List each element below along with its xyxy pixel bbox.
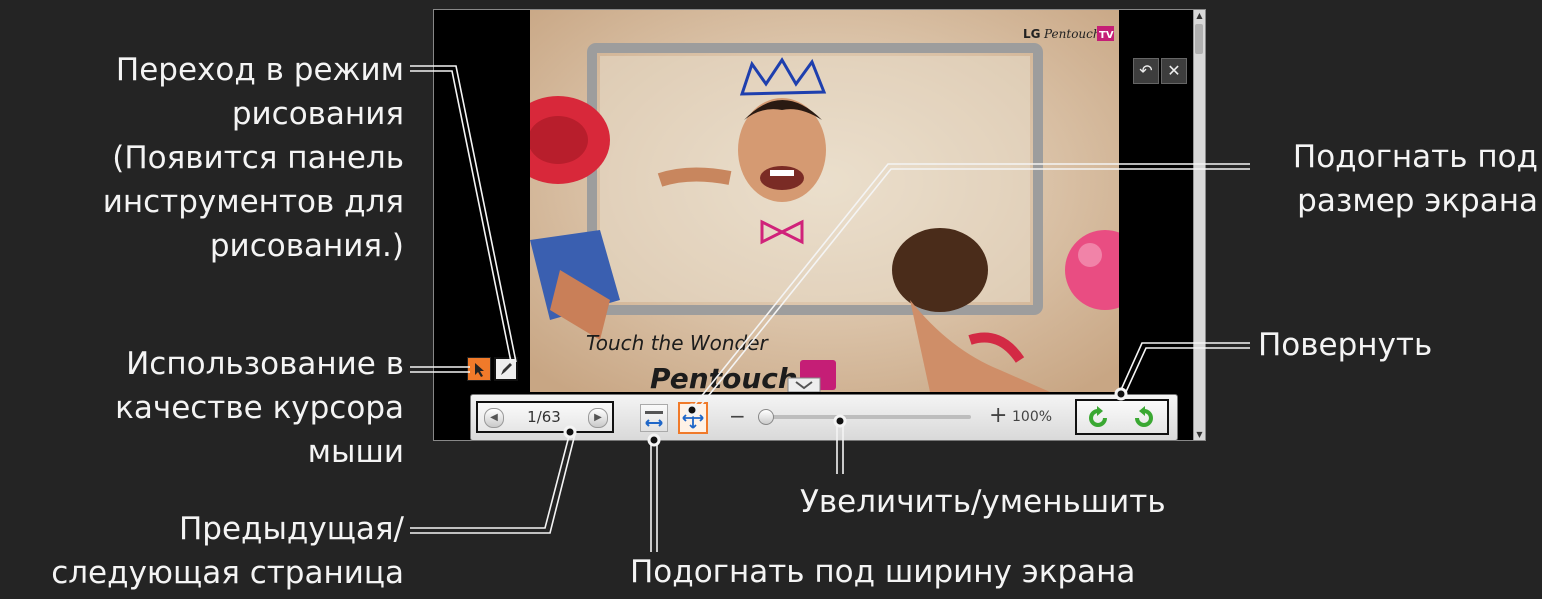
zoom-value: 100% xyxy=(1012,409,1053,425)
zoom-label: Увеличить/уменьшить xyxy=(800,484,1166,520)
zoom-out-button[interactable]: − xyxy=(729,405,746,427)
rotate-right-button[interactable] xyxy=(1129,404,1157,432)
zoom-in-button[interactable]: + xyxy=(989,404,1007,428)
input-mode-switch xyxy=(465,355,521,383)
cursor-mode-button[interactable] xyxy=(467,357,491,381)
undo-icon: ↶ xyxy=(1139,61,1153,80)
document-page-image: Touch the Wonder Pentouch LG Pentouch TV xyxy=(530,10,1119,392)
cursor-icon xyxy=(475,363,484,377)
next-page-button[interactable]: ▶ xyxy=(588,408,608,428)
fit-width-label: Подогнать под ширину экрана xyxy=(630,554,1136,590)
vertical-scrollbar[interactable]: ▲ ▼ xyxy=(1193,10,1205,440)
zoom-slider-thumb[interactable] xyxy=(758,409,775,425)
close-button[interactable]: ✕ xyxy=(1161,58,1187,84)
next-page-icon: ▶ xyxy=(594,412,602,423)
scroll-down-icon[interactable]: ▼ xyxy=(1195,430,1204,439)
pencil-icon xyxy=(501,363,512,375)
fit-width-button[interactable] xyxy=(640,404,668,432)
prev-next-label: Предыдущая/ следующая страница xyxy=(51,511,404,591)
rotate-left-icon xyxy=(1089,406,1107,427)
photo-slogan: Touch the Wonder xyxy=(586,331,770,355)
fit-screen-label: Подогнать под размер экрана xyxy=(1292,139,1538,219)
viewer-window: Touch the Wonder Pentouch LG Pentouch TV… xyxy=(433,9,1206,441)
close-icon: ✕ xyxy=(1167,61,1181,80)
brand-tv: TV xyxy=(1099,30,1114,41)
prev-page-icon: ◀ xyxy=(490,412,498,423)
page-indicator: 1/63 xyxy=(527,408,561,426)
zoom-slider-track[interactable] xyxy=(758,409,971,425)
fit-screen-icon xyxy=(682,407,704,429)
fit-width-icon xyxy=(645,411,663,427)
cursor-mode-label: Использование в качестве курсора мыши xyxy=(115,346,404,470)
scrollbar-thumb[interactable] xyxy=(1195,24,1203,54)
scroll-up-icon[interactable]: ▲ xyxy=(1195,11,1204,20)
rotate-label: Повернуть xyxy=(1258,327,1433,363)
prev-page-button[interactable]: ◀ xyxy=(484,408,504,428)
page-navigation: ◀ 1/63 ▶ xyxy=(476,401,614,433)
draw-mode-label: Переход в режим рисования (Появится пане… xyxy=(102,52,404,264)
beach-photo: Touch the Wonder Pentouch LG Pentouch TV xyxy=(530,10,1119,392)
rotate-group xyxy=(1075,399,1169,435)
viewer-toolbar: ◀ 1/63 ▶ − + 100% xyxy=(470,394,1178,441)
brand-pentouch: Pentouch xyxy=(1043,27,1101,41)
fit-screen-button[interactable] xyxy=(678,402,708,434)
brand-lg: LG xyxy=(1023,27,1041,41)
draw-mode-button[interactable] xyxy=(494,357,518,381)
rotate-right-icon xyxy=(1135,406,1153,427)
photo-pentouch-text: Pentouch xyxy=(650,362,798,392)
undo-button[interactable]: ↶ xyxy=(1133,58,1159,84)
rotate-left-button[interactable] xyxy=(1085,404,1113,432)
